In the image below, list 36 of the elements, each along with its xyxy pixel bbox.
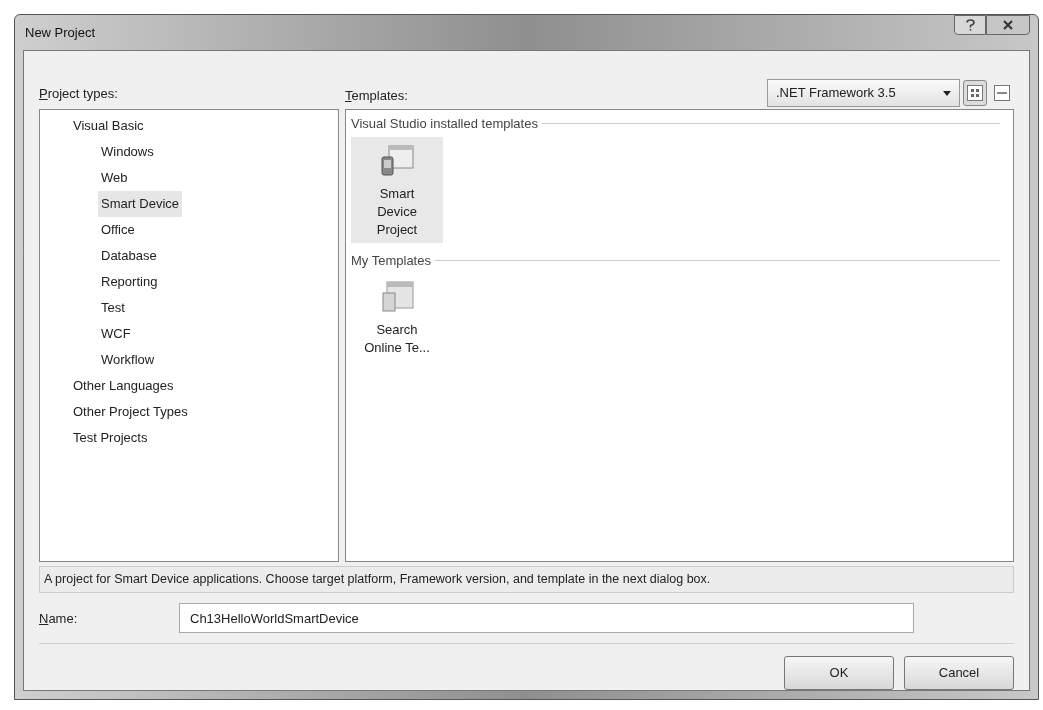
close-icon	[1003, 20, 1013, 30]
tree-item[interactable]: Web	[98, 165, 131, 191]
dropdown-arrow-icon	[943, 90, 951, 96]
window-title: New Project	[24, 23, 96, 42]
tree-item[interactable]: Test Projects	[70, 425, 151, 451]
help-icon	[965, 19, 975, 31]
grid-icon	[967, 85, 983, 101]
tree-item[interactable]: Test	[98, 295, 128, 321]
tree-item[interactable]: Office	[98, 217, 138, 243]
template-window-icon	[379, 279, 415, 315]
template-item[interactable]: Smart Device Project	[351, 136, 443, 243]
help-button[interactable]	[954, 15, 986, 35]
tree-item[interactable]: WCF	[98, 321, 134, 347]
tree-item[interactable]: Reporting	[98, 269, 161, 295]
tree-item[interactable]: Other Project Types	[70, 399, 191, 425]
name-field[interactable]: Ch13HelloWorldSmartDevice	[179, 603, 914, 633]
tree-item[interactable]: Workflow	[98, 347, 158, 373]
project-types-label: Project types:	[39, 86, 118, 101]
tree-item[interactable]: Visual Basic	[70, 113, 147, 139]
tree-item[interactable]: Database	[98, 243, 160, 269]
list-icon	[994, 85, 1010, 101]
device-window-icon	[379, 142, 415, 179]
ok-button[interactable]: OK	[784, 656, 894, 690]
close-button[interactable]	[986, 15, 1030, 35]
description-bar: A project for Smart Device applications. Choose target platform, Framework version, and template in the next dialog box.	[39, 566, 1014, 593]
tree-item[interactable]: Smart Device	[98, 191, 183, 217]
group-heading: My Templates	[351, 251, 431, 270]
large-icons-view-button[interactable]	[963, 80, 987, 106]
templates-label: Templates:	[345, 86, 408, 105]
name-label: Name:	[39, 611, 78, 626]
template-item[interactable]: Search Online Te...	[351, 273, 443, 361]
tree-item[interactable]: Other Languages	[70, 373, 177, 399]
framework-dropdown[interactable]: .NET Framework 3.5	[767, 79, 960, 107]
cancel-button[interactable]: Cancel	[904, 656, 1014, 690]
tree-item[interactable]: Windows	[98, 139, 157, 165]
group-heading: Visual Studio installed templates	[351, 115, 538, 133]
